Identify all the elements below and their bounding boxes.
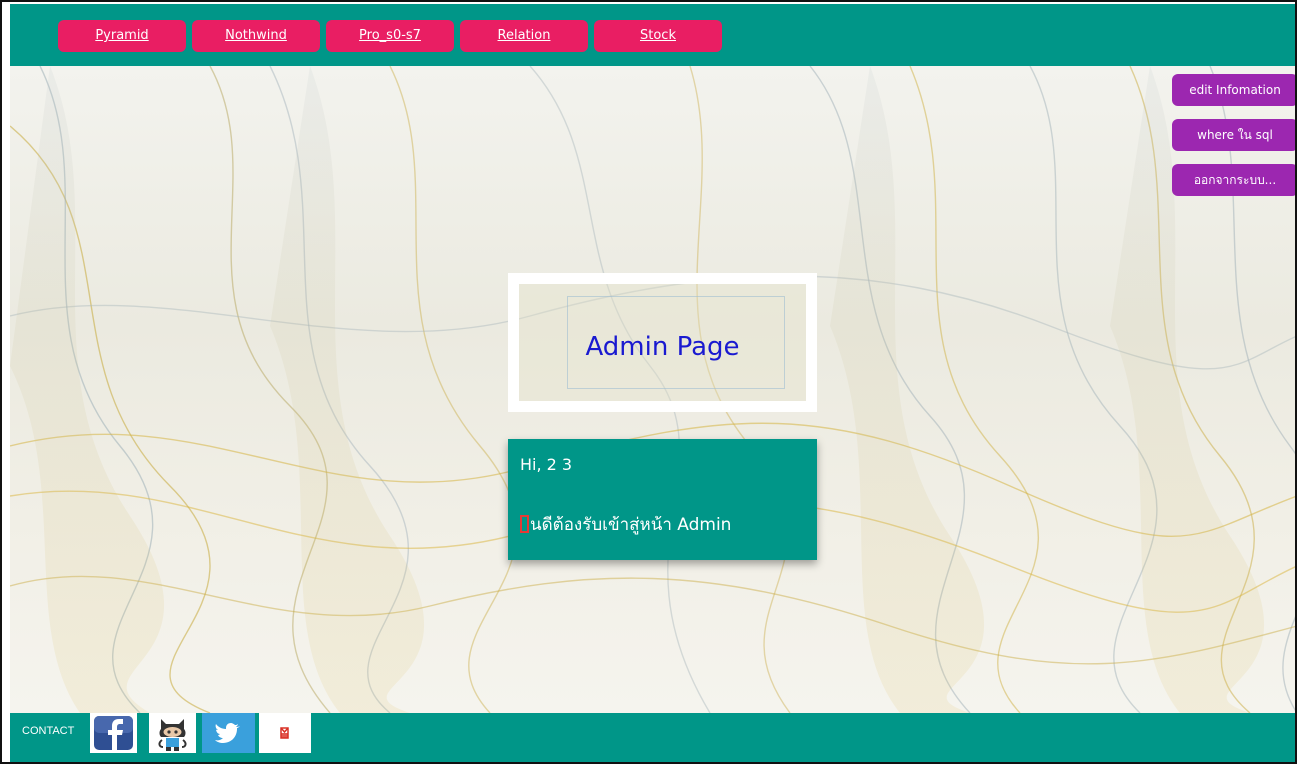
github-icon[interactable] xyxy=(149,713,196,753)
nav-pro-s0-s7-link[interactable]: Pro_s0-s7 xyxy=(326,20,454,52)
nav-nothwind-link[interactable]: Nothwind xyxy=(192,20,320,52)
welcome-message: นดีต้องรับเข้าสู่หน้า Admin xyxy=(520,511,731,538)
edit-information-button[interactable]: edit Infomation xyxy=(1172,74,1295,106)
logout-button[interactable]: ออกจากระบบ... xyxy=(1172,164,1295,196)
facebook-icon[interactable] xyxy=(90,713,137,753)
page-title: Admin Page xyxy=(585,332,740,362)
nav-pyramid-link[interactable]: Pyramid xyxy=(58,20,186,52)
hero-background: edit Infomation where ใน sql ออกจากระบบ.… xyxy=(10,66,1295,713)
nav-stock-link[interactable]: Stock xyxy=(594,20,722,52)
where-in-sql-button[interactable]: where ใน sql xyxy=(1172,119,1295,151)
missing-glyph-icon xyxy=(520,515,529,533)
greeting-text: Hi, 2 3 xyxy=(520,455,573,474)
contact-label: CONTACT xyxy=(22,725,75,737)
welcome-card: Hi, 2 3 นดีต้องรับเข้าสู่หน้า Admin xyxy=(508,439,817,560)
top-navbar: Pyramid Nothwind Pro_s0-s7 Relation Stoc… xyxy=(10,4,1295,66)
page-frame: Pyramid Nothwind Pro_s0-s7 Relation Stoc… xyxy=(0,0,1297,764)
twitter-icon[interactable] xyxy=(202,713,255,753)
admin-title-box: Admin Page xyxy=(508,273,817,412)
welcome-text: นดีต้องรับเข้าสู่หน้า Admin xyxy=(530,515,732,535)
nav-relation-link[interactable]: Relation xyxy=(460,20,588,52)
gmail-icon[interactable] xyxy=(259,713,311,753)
footer-bar: CONTACT xyxy=(10,713,1295,762)
